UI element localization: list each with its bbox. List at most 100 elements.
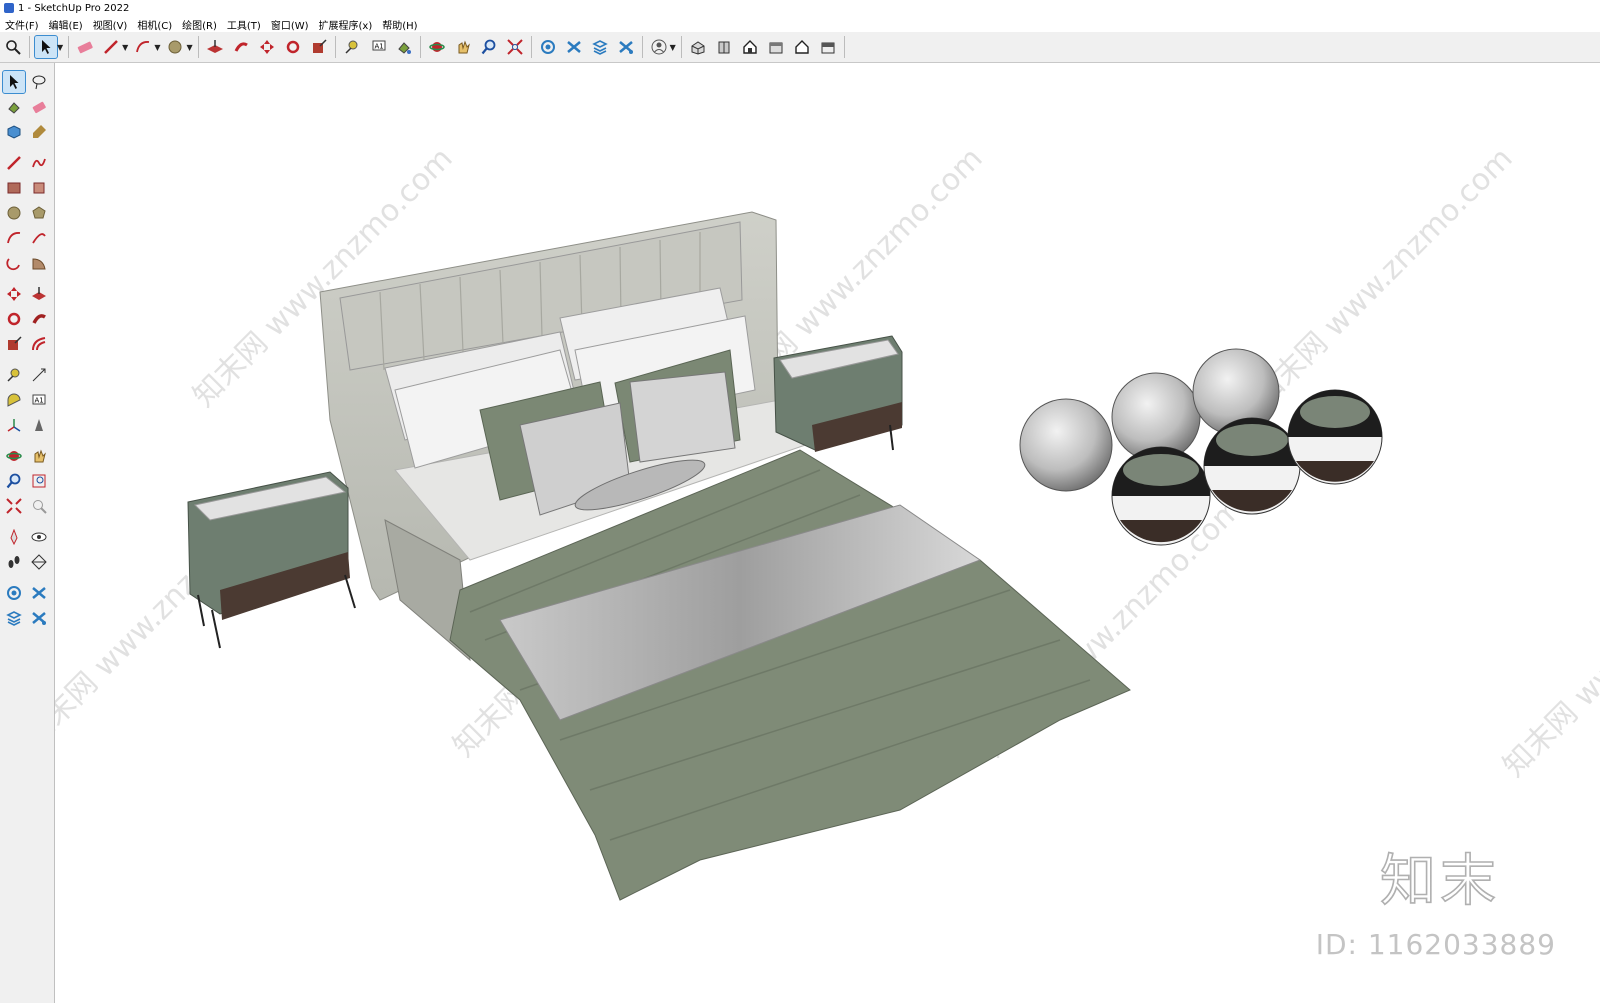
menu-window[interactable]: 窗口(W): [266, 17, 314, 32]
lasso-icon[interactable]: [28, 71, 50, 93]
axes-icon[interactable]: [3, 414, 25, 436]
extension-manager-icon[interactable]: [28, 607, 50, 629]
rectangle-icon[interactable]: [3, 177, 25, 199]
back-view-icon[interactable]: [791, 36, 813, 58]
menu-camera[interactable]: 相机(C): [132, 17, 177, 32]
circle-icon[interactable]: [3, 202, 25, 224]
search-icon[interactable]: [2, 36, 24, 58]
zoom-icon[interactable]: [478, 36, 500, 58]
section-plane-icon[interactable]: [28, 551, 50, 573]
rotate-tool-icon[interactable]: [282, 36, 304, 58]
scale-tool-icon[interactable]: [3, 333, 25, 355]
3d-warehouse-icon[interactable]: [3, 582, 25, 604]
follow-me-icon[interactable]: [230, 36, 252, 58]
zoom-extents-icon[interactable]: [3, 495, 25, 517]
nightstand-left: [187, 471, 356, 649]
pie-icon[interactable]: [28, 252, 50, 274]
chevron-down-icon[interactable]: ▼: [186, 43, 192, 52]
menu-tools[interactable]: 工具(T): [222, 17, 266, 32]
window-title: 1 - SketchUp Pro 2022: [18, 2, 130, 14]
rotate-tool-icon[interactable]: [3, 308, 25, 330]
chevron-down-icon[interactable]: ▼: [154, 43, 160, 52]
toolbar-separator: [68, 36, 70, 58]
dimension-icon[interactable]: [28, 364, 50, 386]
toolbar-separator: [197, 36, 199, 58]
chevron-down-icon[interactable]: ▼: [670, 43, 676, 52]
3d-text-icon[interactable]: [28, 414, 50, 436]
push-pull-icon[interactable]: [28, 283, 50, 305]
select-tool-icon[interactable]: [2, 69, 26, 94]
shape-tool-icon[interactable]: [164, 36, 186, 58]
account-icon[interactable]: [648, 36, 670, 58]
toolbar-separator: [419, 36, 421, 58]
follow-me-icon[interactable]: [28, 308, 50, 330]
select-tool-icon[interactable]: [34, 35, 58, 59]
paint-bucket-icon[interactable]: [3, 96, 25, 118]
text-tool-icon[interactable]: A1: [28, 389, 50, 411]
look-around-icon[interactable]: [28, 526, 50, 548]
toolbar-separator: [29, 36, 30, 58]
svg-text:A1: A1: [35, 396, 44, 404]
push-pull-icon[interactable]: [204, 36, 226, 58]
extension-warehouse-icon[interactable]: [28, 582, 50, 604]
two-point-arc-icon[interactable]: [28, 227, 50, 249]
menu-edit[interactable]: 编辑(E): [44, 17, 88, 32]
scene-3d: [187, 211, 1383, 901]
extension-warehouse-icon[interactable]: [563, 36, 585, 58]
extension-manager-icon[interactable]: [615, 36, 637, 58]
paint-bucket-icon[interactable]: [393, 36, 415, 58]
eraser-icon[interactable]: [74, 36, 96, 58]
chevron-down-icon[interactable]: ▼: [57, 43, 63, 52]
menu-bar: 文件(F) 编辑(E) 视图(V) 相机(C) 绘图(R) 工具(T) 窗口(W…: [0, 16, 1600, 32]
line-tool-icon[interactable]: [3, 152, 25, 174]
text-tool-icon[interactable]: A1: [367, 36, 389, 58]
menu-help[interactable]: 帮助(H): [377, 17, 422, 32]
previous-view-icon[interactable]: [28, 495, 50, 517]
pan-icon[interactable]: [452, 36, 474, 58]
tape-measure-icon[interactable]: [341, 36, 363, 58]
freehand-icon[interactable]: [28, 152, 50, 174]
menu-file[interactable]: 文件(F): [0, 17, 44, 32]
orbit-icon[interactable]: [3, 445, 25, 467]
tag-tool-icon[interactable]: [28, 121, 50, 143]
arc-tool-icon[interactable]: [3, 227, 25, 249]
zoom-icon[interactable]: [3, 470, 25, 492]
offset-icon[interactable]: [28, 333, 50, 355]
arc-tool-icon[interactable]: [132, 36, 154, 58]
move-tool-icon[interactable]: [256, 36, 278, 58]
protractor-icon[interactable]: [3, 389, 25, 411]
tape-measure-icon[interactable]: [3, 364, 25, 386]
menu-view[interactable]: 视图(V): [88, 17, 133, 32]
model-viewport[interactable]: 知末网 www.znzmo.com 知末网 www.znzmo.com 知末网 …: [55, 63, 1600, 1003]
layout-icon[interactable]: [589, 36, 611, 58]
eraser-icon[interactable]: [28, 96, 50, 118]
brand-logo: 知末: [1379, 848, 1500, 915]
left-view-icon[interactable]: [817, 36, 839, 58]
front-view-icon[interactable]: [739, 36, 761, 58]
rotated-rectangle-icon[interactable]: [28, 177, 50, 199]
main-toolbar: ▼ ▼ ▼ ▼ A1 ▼: [0, 32, 1600, 63]
zoom-extents-icon[interactable]: [504, 36, 526, 58]
pan-icon[interactable]: [28, 445, 50, 467]
chevron-down-icon[interactable]: ▼: [122, 43, 128, 52]
line-tool-icon[interactable]: [100, 36, 122, 58]
three-point-arc-icon[interactable]: [3, 252, 25, 274]
position-camera-icon[interactable]: [3, 526, 25, 548]
menu-draw[interactable]: 绘图(R): [177, 17, 222, 32]
polygon-icon[interactable]: [28, 202, 50, 224]
toolbar-separator: [334, 36, 336, 58]
move-tool-icon[interactable]: [3, 283, 25, 305]
3d-warehouse-icon[interactable]: [537, 36, 559, 58]
model-id-label: ID: 1162033889: [1315, 928, 1556, 961]
menu-extensions[interactable]: 扩展程序(x): [314, 17, 378, 32]
right-view-icon[interactable]: [765, 36, 787, 58]
walk-icon[interactable]: [3, 551, 25, 573]
scale-tool-icon[interactable]: [308, 36, 330, 58]
orbit-icon[interactable]: [426, 36, 448, 58]
toolbar-separator: [530, 36, 532, 58]
iso-view-icon[interactable]: [687, 36, 709, 58]
top-view-icon[interactable]: [713, 36, 735, 58]
layout-icon[interactable]: [3, 607, 25, 629]
make-component-icon[interactable]: [3, 121, 25, 143]
zoom-window-icon[interactable]: [28, 470, 50, 492]
